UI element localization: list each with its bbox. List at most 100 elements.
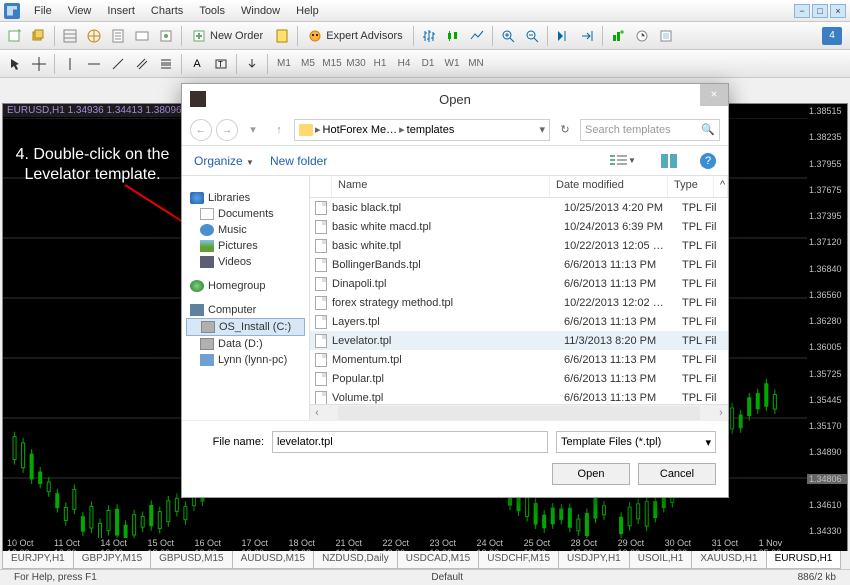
up-button[interactable]: ↑: [268, 119, 290, 141]
column-headers[interactable]: Name Date modified Type ^: [310, 176, 728, 198]
menu-help[interactable]: Help: [288, 5, 327, 17]
file-row[interactable]: Layers.tpl6/6/2013 11:13 PMTPL Fil: [310, 312, 728, 331]
fibo-icon[interactable]: [155, 53, 177, 75]
chart-tab[interactable]: USOIL,H1: [629, 551, 693, 569]
tree-documents[interactable]: Documents: [186, 206, 305, 222]
label-icon[interactable]: T: [210, 53, 232, 75]
chart-tab[interactable]: NZDUSD,Daily: [313, 551, 398, 569]
indicators-icon[interactable]: [607, 25, 629, 47]
filename-input[interactable]: [272, 431, 548, 453]
chart-tab[interactable]: USDCHF,M15: [478, 551, 559, 569]
crosshair-icon[interactable]: [28, 53, 50, 75]
back-button[interactable]: ←: [190, 119, 212, 141]
open-button[interactable]: Open: [552, 463, 630, 485]
candle-chart-icon[interactable]: [442, 25, 464, 47]
file-row[interactable]: Popular.tpl6/6/2013 11:13 PMTPL Fil: [310, 369, 728, 388]
timeframe-h1[interactable]: H1: [368, 58, 392, 69]
terminal-icon[interactable]: [131, 25, 153, 47]
timeframe-d1[interactable]: D1: [416, 58, 440, 69]
arrows-icon[interactable]: [241, 53, 263, 75]
timeframe-mn[interactable]: MN: [464, 58, 488, 69]
new-chart-icon[interactable]: [4, 25, 26, 47]
timeframe-m15[interactable]: M15: [320, 58, 344, 69]
chart-tab[interactable]: AUDUSD,M15: [232, 551, 314, 569]
tree-videos[interactable]: Videos: [186, 254, 305, 270]
data-window-icon[interactable]: [107, 25, 129, 47]
profiles-icon[interactable]: [28, 25, 50, 47]
chart-tab[interactable]: EURJPY,H1: [2, 551, 74, 569]
zoom-in-icon[interactable]: [497, 25, 519, 47]
text-icon[interactable]: A: [186, 53, 208, 75]
strategy-tester-icon[interactable]: [155, 25, 177, 47]
periodicity-icon[interactable]: [631, 25, 653, 47]
new-order-button[interactable]: New Order: [186, 25, 269, 47]
cursor-icon[interactable]: [4, 53, 26, 75]
file-row[interactable]: forex strategy method.tpl10/22/2013 12:0…: [310, 293, 728, 312]
file-row[interactable]: Levelator.tpl11/3/2013 8:20 PMTPL Fil: [310, 331, 728, 350]
bar-chart-icon[interactable]: [418, 25, 440, 47]
tree-music[interactable]: Music: [186, 222, 305, 238]
line-chart-icon[interactable]: [466, 25, 488, 47]
filetype-combo[interactable]: Template Files (*.tpl)▾: [556, 431, 716, 453]
timeframe-h4[interactable]: H4: [392, 58, 416, 69]
file-row[interactable]: Dinapoli.tpl6/6/2013 11:13 PMTPL Fil: [310, 274, 728, 293]
chart-shift-icon[interactable]: [576, 25, 598, 47]
minimize-button[interactable]: −: [794, 4, 810, 18]
menu-tools[interactable]: Tools: [191, 5, 233, 17]
close-button[interactable]: ×: [830, 4, 846, 18]
file-row[interactable]: basic black.tpl10/25/2013 4:20 PMTPL Fil: [310, 198, 728, 217]
file-row[interactable]: Volume.tpl6/6/2013 11:13 PMTPL Fil: [310, 388, 728, 404]
dialog-close-button[interactable]: ×: [700, 84, 728, 106]
forward-button[interactable]: →: [216, 119, 238, 141]
tree-data-drive[interactable]: Data (D:): [186, 336, 305, 352]
chart-tab[interactable]: XAUUSD,H1: [691, 551, 766, 569]
tree-os-drive[interactable]: OS_Install (C:): [186, 318, 305, 336]
tree-computer[interactable]: Computer: [186, 302, 305, 318]
h-scrollbar[interactable]: ‹›: [310, 404, 728, 420]
chart-tab[interactable]: EURUSD,H1: [766, 551, 842, 569]
file-row[interactable]: Momentum.tpl6/6/2013 11:13 PMTPL Fil: [310, 350, 728, 369]
templates-icon[interactable]: [655, 25, 677, 47]
view-button[interactable]: ▼: [608, 151, 638, 171]
trendline-icon[interactable]: [107, 53, 129, 75]
expert-advisors-button[interactable]: Expert Advisors: [302, 25, 408, 47]
tree-libraries[interactable]: Libraries: [186, 190, 305, 206]
channel-icon[interactable]: [131, 53, 153, 75]
chart-tab[interactable]: USDCAD,M15: [397, 551, 479, 569]
menu-insert[interactable]: Insert: [99, 5, 143, 17]
chart-tab[interactable]: GBPJPY,M15: [73, 551, 151, 569]
maximize-button[interactable]: □: [812, 4, 828, 18]
chart-tab[interactable]: USDJPY,H1: [558, 551, 630, 569]
recent-dropdown[interactable]: ▾: [242, 119, 264, 141]
vline-icon[interactable]: [59, 53, 81, 75]
metaeditor-icon[interactable]: [271, 25, 293, 47]
new-folder-button[interactable]: New folder: [270, 154, 327, 168]
zoom-out-icon[interactable]: [521, 25, 543, 47]
help-button[interactable]: ?: [700, 153, 716, 169]
hline-icon[interactable]: [83, 53, 105, 75]
file-row[interactable]: BollingerBands.tpl6/6/2013 11:13 PMTPL F…: [310, 255, 728, 274]
organize-menu[interactable]: Organize ▼: [194, 154, 254, 168]
menu-charts[interactable]: Charts: [143, 5, 191, 17]
timeframe-w1[interactable]: W1: [440, 58, 464, 69]
breadcrumb[interactable]: ▸ HotForex Me… ▸ templates ▾: [294, 119, 550, 141]
navigator-icon[interactable]: [83, 25, 105, 47]
tree-homegroup[interactable]: Homegroup: [186, 278, 305, 294]
menu-view[interactable]: View: [60, 5, 100, 17]
menu-window[interactable]: Window: [233, 5, 288, 17]
menu-file[interactable]: File: [26, 5, 60, 17]
refresh-button[interactable]: ↻: [554, 119, 576, 141]
market-watch-icon[interactable]: [59, 25, 81, 47]
timeframe-m30[interactable]: M30: [344, 58, 368, 69]
search-input[interactable]: Search templates🔍: [580, 119, 720, 141]
tree-pictures[interactable]: Pictures: [186, 238, 305, 254]
timeframe-m1[interactable]: M1: [272, 58, 296, 69]
timeframe-m5[interactable]: M5: [296, 58, 320, 69]
tree-network-pc[interactable]: Lynn (lynn-pc): [186, 352, 305, 368]
preview-button[interactable]: [654, 151, 684, 171]
auto-scroll-icon[interactable]: [552, 25, 574, 47]
file-row[interactable]: basic white.tpl10/22/2013 12:05 …TPL Fil: [310, 236, 728, 255]
file-row[interactable]: basic white macd.tpl10/24/2013 6:39 PMTP…: [310, 217, 728, 236]
cancel-button[interactable]: Cancel: [638, 463, 716, 485]
chart-tab[interactable]: GBPUSD,M15: [150, 551, 232, 569]
